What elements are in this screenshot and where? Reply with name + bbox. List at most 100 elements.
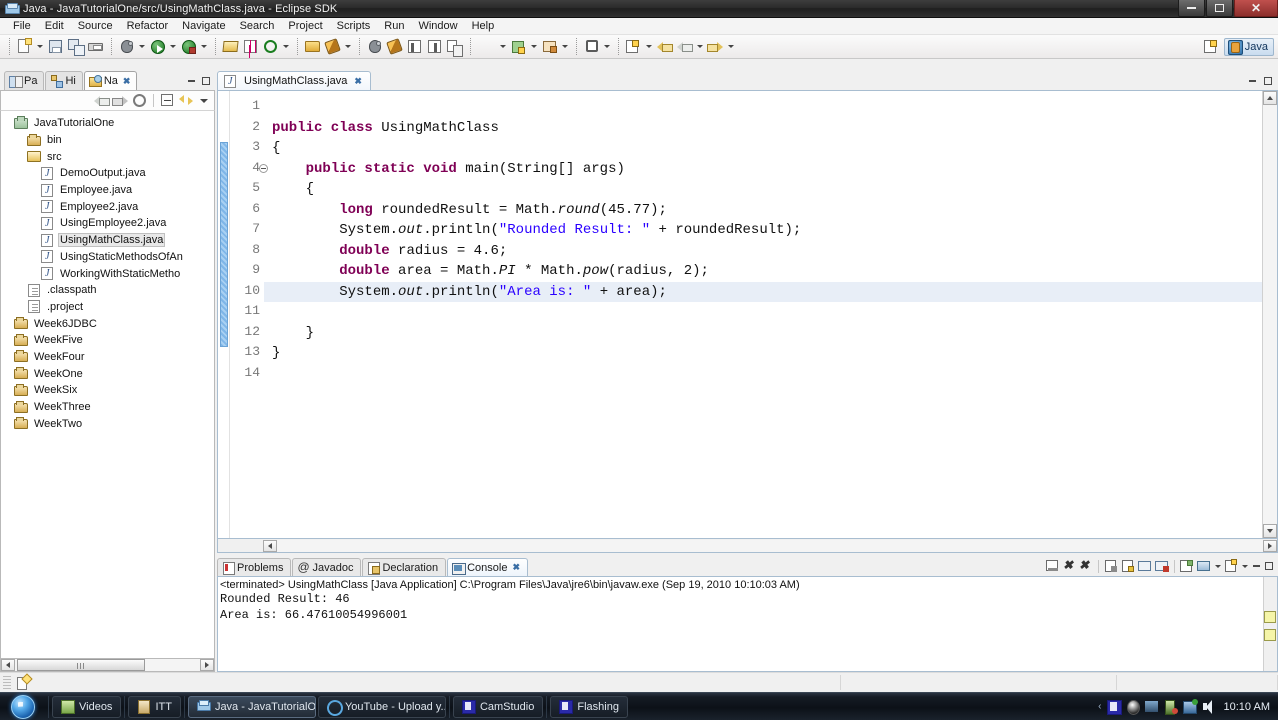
coverage-dropdown-icon[interactable]: [498, 38, 507, 56]
view-menu-icon[interactable]: [197, 92, 210, 109]
open-type-icon[interactable]: [304, 38, 322, 56]
link-with-editor-icon[interactable]: [178, 92, 195, 109]
tree-item[interactable]: Employee2.java: [1, 198, 214, 215]
close-button[interactable]: ✕: [1234, 0, 1278, 17]
tab-declaration[interactable]: Declaration: [362, 558, 447, 576]
menu-edit[interactable]: Edit: [38, 19, 71, 33]
code-line[interactable]: {: [264, 179, 314, 200]
plugin-dropdown-icon[interactable]: [529, 38, 538, 56]
new-class-dropdown-icon[interactable]: [281, 38, 290, 56]
menu-project[interactable]: Project: [281, 19, 329, 33]
navigator-tree[interactable]: JavaTutorialOne bin src DemoOutput.java Empl…: [0, 111, 215, 658]
taskbar-item-itt[interactable]: ITT: [128, 695, 181, 718]
close-icon[interactable]: ✖: [123, 76, 131, 87]
maximize-editor-icon[interactable]: [1262, 75, 1274, 87]
taskbar-clock[interactable]: 10:10 AM: [1224, 701, 1270, 713]
forward-icon[interactable]: [112, 92, 129, 109]
tree-item[interactable]: src: [1, 148, 214, 165]
collapse-all-icon[interactable]: [159, 92, 176, 109]
scroll-up-arrow[interactable]: [1263, 91, 1277, 105]
battery-icon[interactable]: [1164, 699, 1178, 715]
perspective-java-button[interactable]: Java: [1223, 37, 1274, 56]
tree-item[interactable]: Employee.java: [1, 182, 214, 199]
last-edit-location-icon[interactable]: [625, 38, 643, 56]
home-icon[interactable]: [131, 92, 148, 109]
forward-dropdown-icon[interactable]: [726, 38, 735, 56]
close-icon[interactable]: ✖: [512, 562, 520, 573]
code-line[interactable]: [264, 302, 280, 323]
menu-search[interactable]: Search: [233, 19, 282, 33]
print-icon[interactable]: [87, 38, 105, 56]
run-icon[interactable]: [149, 38, 167, 56]
menu-window[interactable]: Window: [411, 19, 464, 33]
marker-column[interactable]: [218, 91, 230, 538]
clear-console-icon[interactable]: [1044, 558, 1060, 574]
scroll-left-arrow[interactable]: [1, 659, 15, 671]
block-comment-icon[interactable]: [406, 38, 424, 56]
scroll-down-arrow[interactable]: [1263, 524, 1277, 538]
tree-item[interactable]: bin: [1, 132, 214, 149]
scroll-right-arrow[interactable]: [1263, 539, 1277, 552]
code-line[interactable]: public static void main(String[] args): [264, 159, 625, 180]
new-console-dropdown-icon[interactable]: [1240, 558, 1249, 574]
tree-item[interactable]: WeekThree: [1, 399, 214, 416]
copy-lines-icon[interactable]: [446, 38, 464, 57]
window-dropdown-icon[interactable]: [560, 38, 569, 56]
bluetooth-icon[interactable]: [1126, 699, 1140, 715]
code-line[interactable]: System.out.println("Area is: " + area);: [264, 282, 667, 303]
minimize-view-icon[interactable]: [185, 75, 197, 87]
code-line[interactable]: {: [264, 138, 280, 159]
toggle-mark-occurrences-icon[interactable]: [366, 38, 384, 56]
tree-item[interactable]: WorkingWithStaticMetho: [1, 265, 214, 282]
maximize-console-icon[interactable]: [1263, 560, 1275, 572]
annotation-dropdown-icon[interactable]: [602, 38, 611, 56]
tree-item[interactable]: WeekOne: [1, 365, 214, 382]
menu-navigate[interactable]: Navigate: [175, 19, 232, 33]
back-dropdown-icon[interactable]: [695, 38, 704, 56]
navigator-horizontal-scrollbar[interactable]: [0, 658, 215, 672]
tree-item[interactable]: WeekTwo: [1, 415, 214, 432]
maximize-view-icon[interactable]: [200, 75, 212, 87]
save-all-icon[interactable]: [67, 38, 85, 56]
scroll-track[interactable]: [277, 539, 1263, 552]
tray-expand-icon[interactable]: ‹: [1098, 701, 1101, 712]
code-line[interactable]: [264, 97, 280, 118]
forward-icon[interactable]: [707, 38, 725, 56]
console-dropdown-icon[interactable]: [1213, 558, 1222, 574]
display-selected-console-icon[interactable]: [1137, 558, 1153, 574]
debug-dropdown-icon[interactable]: [137, 38, 146, 56]
tab-javadoc[interactable]: Javadoc: [292, 558, 362, 576]
tree-item[interactable]: UsingStaticMethodsOfAn: [1, 249, 214, 266]
menu-refactor[interactable]: Refactor: [120, 19, 176, 33]
tab-package-explorer[interactable]: Pa: [4, 71, 45, 90]
new-class-icon[interactable]: [262, 38, 280, 56]
minimize-editor-icon[interactable]: [1246, 75, 1258, 87]
console-output[interactable]: <terminated> UsingMathClass [Java Applic…: [217, 576, 1278, 672]
code-line[interactable]: }: [264, 343, 280, 364]
run-dropdown-icon[interactable]: [168, 38, 177, 56]
start-button[interactable]: [0, 693, 46, 720]
tab-navigator[interactable]: Na ✖: [83, 71, 138, 90]
code-line[interactable]: }: [264, 323, 314, 344]
annotation-icon[interactable]: [583, 38, 601, 56]
new-window-icon[interactable]: [541, 38, 559, 56]
new-java-project-icon[interactable]: [222, 38, 240, 56]
tree-item[interactable]: WeekFive: [1, 332, 214, 349]
new-plugin-icon[interactable]: [510, 38, 528, 56]
search-icon[interactable]: [324, 37, 342, 56]
show-whitespace-icon[interactable]: [386, 37, 404, 56]
code-line[interactable]: long roundedResult = Math.round(45.77);: [264, 200, 667, 221]
pin-console-icon[interactable]: [1196, 558, 1212, 574]
code-line[interactable]: System.out.println("Rounded Result: " + …: [264, 220, 801, 241]
back-icon[interactable]: [93, 92, 110, 109]
code-line[interactable]: public class UsingMathClass: [264, 118, 499, 139]
debug-icon[interactable]: [118, 38, 136, 56]
tree-item[interactable]: JavaTutorialOne: [1, 115, 214, 132]
console-vertical-scrollbar[interactable]: [1263, 577, 1277, 671]
remove-launch-icon[interactable]: [1154, 558, 1170, 574]
menu-help[interactable]: Help: [465, 19, 502, 33]
taskbar-item-youtube[interactable]: YouTube - Upload y...: [317, 695, 446, 718]
volume-icon[interactable]: [1202, 699, 1216, 714]
tree-item[interactable]: UsingMathClass.java: [1, 232, 214, 249]
show-console-on-output-icon[interactable]: [1120, 558, 1136, 574]
